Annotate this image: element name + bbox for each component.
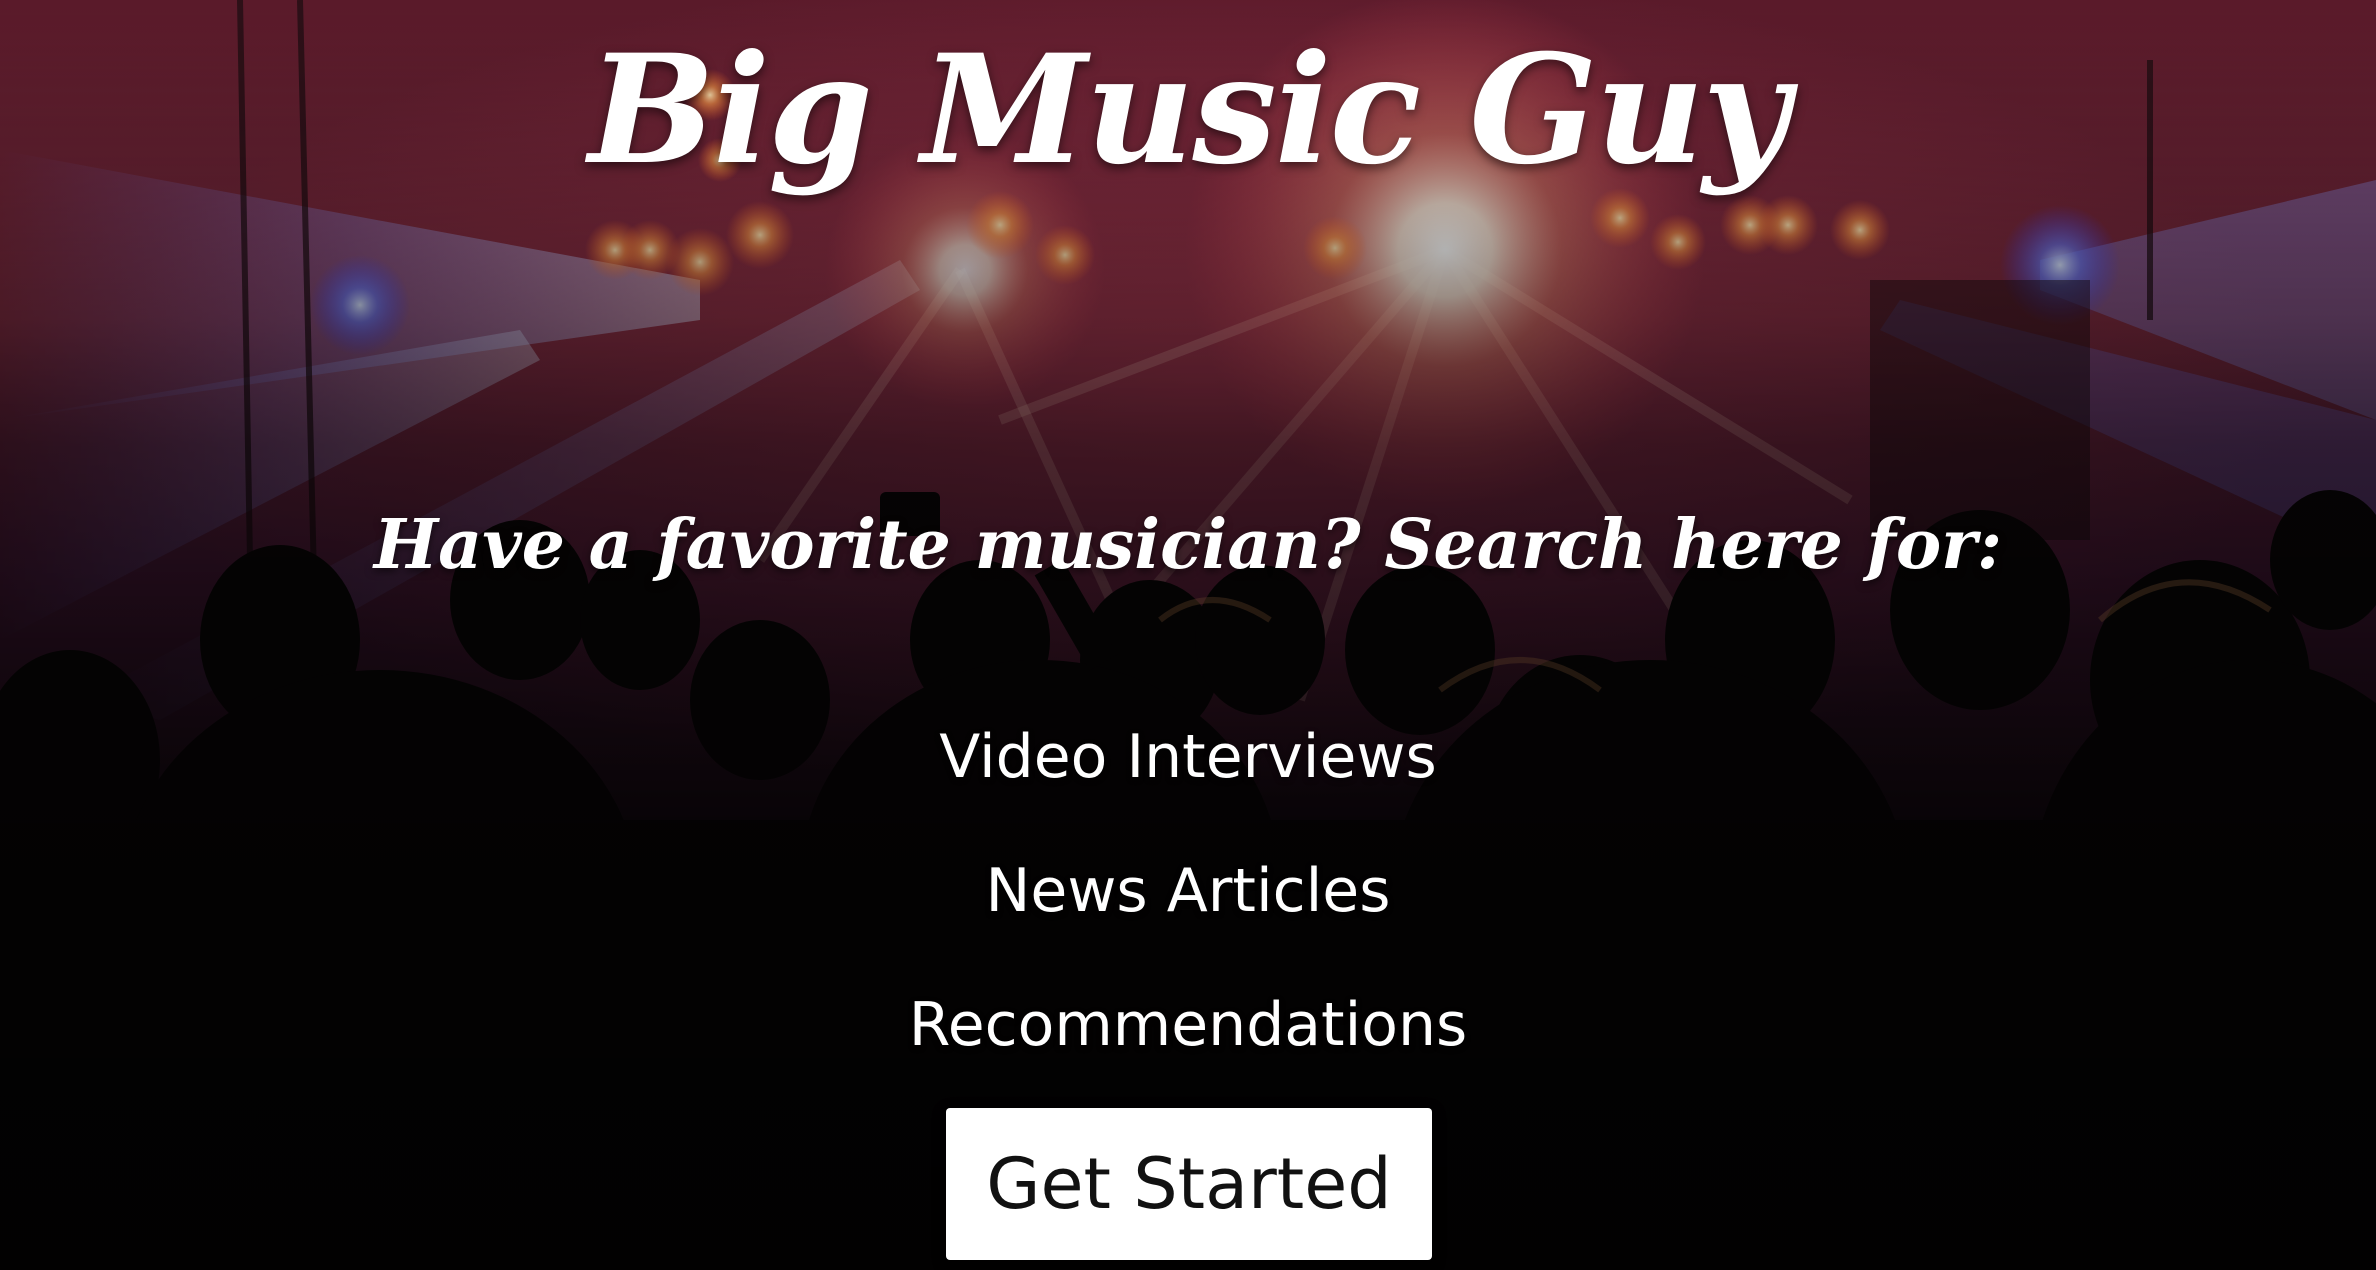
feature-video-interviews: Video Interviews	[939, 722, 1437, 792]
feature-list: Video Interviews News Articles Recommend…	[0, 690, 2376, 1092]
site-title: Big Music Guy	[588, 22, 1789, 198]
get-started-button[interactable]: Get Started	[946, 1108, 1432, 1260]
tagline: Have a favorite musician? Search here fo…	[373, 505, 2003, 585]
hero-section: Big Music Guy Have a favorite musician? …	[0, 0, 2376, 1270]
hero-content: Big Music Guy Have a favorite musician? …	[0, 0, 2376, 1270]
feature-news-articles: News Articles	[985, 856, 1391, 926]
feature-recommendations: Recommendations	[908, 990, 1468, 1060]
